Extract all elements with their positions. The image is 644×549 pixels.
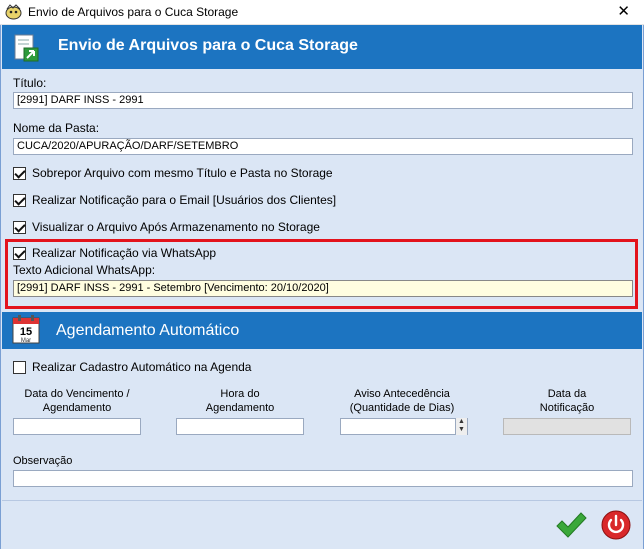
sobrepor-checkbox[interactable]	[13, 166, 26, 180]
aviso-header-line1: Aviso Antecedência	[354, 388, 450, 400]
pasta-field[interactable]: CUCA/2020/APURAÇÃO/DARF/SETEMBRO	[13, 138, 633, 155]
visualizar-label: Visualizar o Arquivo Após Armazenamento …	[32, 220, 320, 234]
email-notification-option[interactable]: Realizar Notificação para o Email [Usuár…	[13, 192, 336, 208]
email-notification-checkbox[interactable]	[13, 193, 26, 207]
vencimento-input[interactable]	[13, 418, 141, 435]
titulo-label: Título:	[13, 76, 47, 90]
notificacao-header-line2: Notificação	[539, 402, 595, 414]
aviso-header: Aviso Antecedência (Quantidade de Dias)	[338, 387, 466, 415]
hora-input[interactable]	[176, 418, 304, 435]
visualizar-option[interactable]: Visualizar o Arquivo Após Armazenamento …	[13, 219, 320, 235]
whatsapp-checkbox[interactable]	[13, 246, 26, 260]
titulo-field[interactable]: [2991] DARF INSS - 2991	[13, 92, 633, 109]
hora-header-line2: Agendamento	[205, 402, 275, 414]
hora-header: Hora do Agendamento	[176, 387, 304, 415]
cadastro-agenda-checkbox[interactable]	[13, 360, 26, 374]
aviso-dias-input[interactable]	[340, 418, 468, 435]
green-checkmark-icon[interactable]	[554, 509, 588, 541]
notificacao-header: Data da Notificação	[503, 387, 631, 415]
observacao-field[interactable]	[13, 470, 633, 487]
cadastro-agenda-option[interactable]: Realizar Cadastro Automático na Agenda	[13, 359, 251, 375]
power-icon[interactable]	[601, 510, 631, 540]
texto-whatsapp-field[interactable]: [2991] DARF INSS - 2991 - Setembro [Venc…	[13, 280, 633, 297]
dialog-header: Envio de Arquivos para o Cuca Storage	[2, 25, 642, 69]
close-icon[interactable]: ✕	[617, 3, 630, 21]
aviso-header-line2: (Quantidade de Dias)	[349, 402, 455, 414]
texto-whatsapp-label: Texto Adicional WhatsApp:	[13, 263, 156, 277]
app-icon	[5, 4, 22, 20]
cadastro-agenda-label: Realizar Cadastro Automático na Agenda	[32, 360, 252, 374]
footer-divider	[2, 500, 642, 501]
window-title: Envio de Arquivos para o Cuca Storage	[28, 5, 239, 19]
hora-header-line1: Hora do	[220, 388, 260, 400]
whatsapp-label: Realizar Notificação via WhatsApp	[32, 246, 217, 260]
sobrepor-option[interactable]: Sobrepor Arquivo com mesmo Título e Past…	[13, 165, 333, 181]
vencimento-header-line1: Data do Vencimento /	[24, 388, 130, 400]
email-notification-label: Realizar Notificação para o Email [Usuár…	[32, 193, 337, 207]
dialog-header-title: Envio de Arquivos para o Cuca Storage	[58, 37, 358, 54]
calendar-icon: 15 Mar	[12, 315, 40, 344]
agendamento-title: Agendamento Automático	[56, 322, 240, 339]
notificacao-header-line1: Data da	[547, 388, 587, 400]
calendar-day: 15	[20, 326, 32, 338]
observacao-label: Observação	[13, 455, 73, 467]
data-notificacao-input	[503, 418, 631, 435]
agendamento-header: 15 Mar Agendamento Automático	[2, 312, 642, 349]
calendar-month: Mar	[21, 338, 31, 344]
pasta-label: Nome da Pasta:	[13, 121, 100, 135]
vencimento-header: Data do Vencimento / Agendamento	[13, 387, 141, 415]
visualizar-checkbox[interactable]	[13, 220, 26, 234]
whatsapp-option[interactable]: Realizar Notificação via WhatsApp	[13, 245, 216, 261]
aviso-dias-spinner[interactable]: ▲ ▼	[455, 418, 467, 435]
vencimento-header-line2: Agendamento	[42, 402, 112, 414]
upload-document-icon	[14, 34, 39, 62]
sobrepor-label: Sobrepor Arquivo com mesmo Título e Past…	[32, 166, 333, 180]
window-titlebar: Envio de Arquivos para o Cuca Storage ✕	[0, 0, 644, 25]
